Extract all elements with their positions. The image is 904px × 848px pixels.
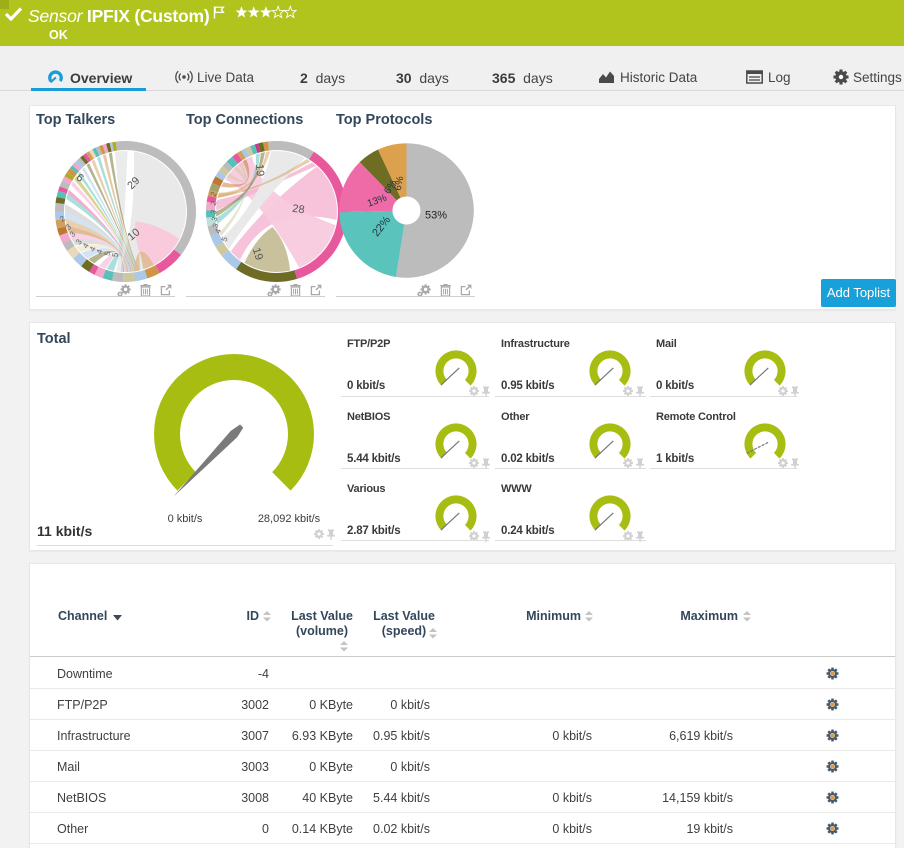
svg-text:19: 19 <box>253 164 266 177</box>
svg-text:28: 28 <box>292 203 306 217</box>
svg-text:53%: 53% <box>425 210 447 222</box>
